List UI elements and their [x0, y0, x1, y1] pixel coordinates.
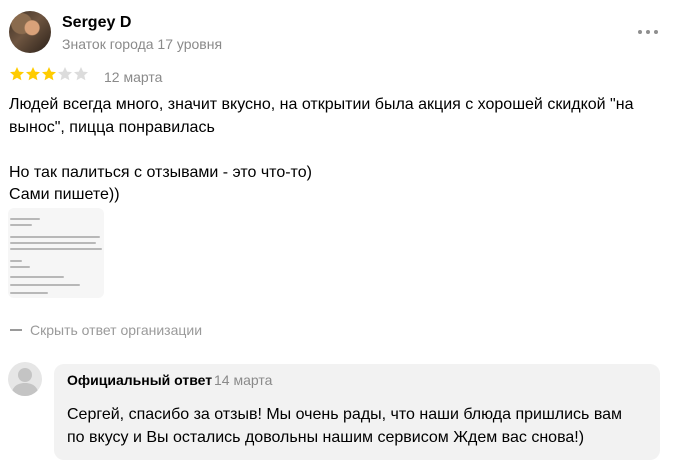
star-empty-icon — [58, 67, 72, 81]
author-avatar[interactable] — [9, 11, 51, 53]
more-options-icon[interactable] — [636, 22, 660, 42]
official-reply-title: Официальный ответ — [67, 372, 213, 388]
star-filled-icon — [42, 67, 56, 81]
official-reply-text: Сергей, спасибо за отзыв! Мы очень рады,… — [67, 404, 657, 449]
rating-stars — [9, 66, 89, 82]
reply-text-line: по вкусу и Вы остались довольны нашим се… — [67, 428, 585, 446]
star-filled-icon — [26, 67, 40, 81]
reply-text-line: Сергей, спасибо за отзыв! Мы очень рады,… — [67, 406, 623, 423]
hide-reply-label: Скрыть ответ организации — [30, 322, 203, 338]
dash-icon — [10, 329, 22, 331]
review-date: 12 марта — [104, 69, 163, 85]
author-name[interactable]: Sergey D — [62, 14, 131, 32]
review-text-line: вынос", пицца понравилась — [9, 118, 215, 136]
official-reply-date: 14 марта — [214, 372, 273, 388]
review-text: Людей всегда много, значит вкусно, на от… — [9, 94, 679, 207]
review-text-line: Людей всегда много, значит вкусно, на от… — [9, 96, 634, 113]
organization-avatar-icon — [8, 362, 42, 396]
author-level: Знаток города 17 уровня — [62, 36, 223, 52]
review-text-line: Но так палиться с отзывами - это что-то) — [9, 163, 312, 181]
star-filled-icon — [10, 67, 24, 81]
review-text-line: Сами пишете)) — [9, 186, 120, 203]
star-empty-icon — [74, 67, 88, 81]
review-photo-thumbnail[interactable] — [8, 208, 104, 298]
hide-reply-link[interactable]: Скрыть ответ организации — [10, 322, 202, 338]
